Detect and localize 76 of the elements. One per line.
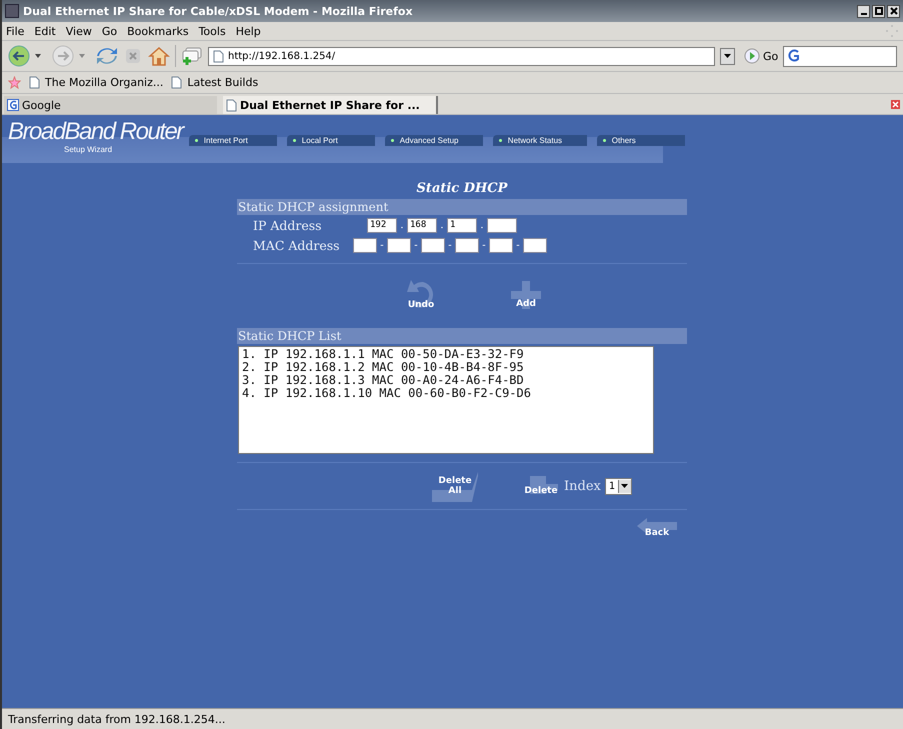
- menu-item[interactable]: Bookmarks: [127, 24, 189, 38]
- separator: -: [447, 240, 453, 250]
- ip-octet-field[interactable]: 168: [407, 218, 437, 232]
- separator: -: [515, 240, 521, 250]
- nav-tab[interactable]: Network Status: [492, 135, 587, 146]
- router-logo: BroadBand Router: [8, 117, 183, 146]
- window-icon: [5, 4, 19, 18]
- page-icon: [29, 76, 40, 89]
- go-button[interactable]: Go: [744, 48, 778, 64]
- mac-octet-field[interactable]: [353, 238, 377, 252]
- field-label: MAC Address: [253, 238, 341, 252]
- index-select[interactable]: 1: [604, 478, 632, 494]
- menu-item[interactable]: Help: [236, 24, 261, 38]
- back-icon[interactable]: [8, 45, 30, 67]
- mac-octet-field[interactable]: [387, 238, 411, 252]
- setup-wizard-link[interactable]: Setup Wizard: [64, 145, 183, 154]
- page-icon: [171, 76, 182, 89]
- dhcp-entry[interactable]: 2. IP 192.168.1.2 MAC 00-10-4B-B4-8F-95: [242, 361, 650, 374]
- close-button[interactable]: [887, 4, 900, 18]
- search-engine-icon: [7, 99, 19, 111]
- status-text: Transferring data from 192.168.1.254...: [8, 712, 226, 726]
- search-engine-icon: [787, 49, 802, 63]
- mac-octet-field[interactable]: [489, 238, 513, 252]
- bookmark-item[interactable]: The Mozilla Organiz...: [29, 76, 164, 89]
- separator: -: [379, 240, 385, 250]
- caret-icon: [724, 54, 731, 58]
- window-title: Dual Ethernet IP Share for Cable/xDSL Modem - Mozilla Firefox: [23, 4, 414, 18]
- nav-tab[interactable]: Local Port: [286, 135, 375, 146]
- search-field[interactable]: [783, 46, 897, 66]
- page-icon: [213, 50, 224, 62]
- throbber-icon: [885, 24, 899, 38]
- reload-icon[interactable]: [96, 46, 118, 66]
- menu-item[interactable]: View: [66, 24, 92, 38]
- home-icon[interactable]: [148, 46, 170, 66]
- index-label: Index: [564, 478, 601, 494]
- ip-octet-field[interactable]: 1: [447, 218, 477, 232]
- star-icon: [8, 76, 21, 89]
- maximize-button[interactable]: [872, 4, 885, 18]
- dropdown-icon[interactable]: [35, 54, 41, 58]
- section-heading: Static DHCP assignment: [237, 199, 687, 215]
- ip-octet-field[interactable]: [487, 218, 517, 232]
- field-label: IP Address: [253, 218, 323, 232]
- bookmark-item[interactable]: Latest Builds: [171, 76, 258, 89]
- dhcp-entry[interactable]: 1. IP 192.168.1.1 MAC 00-50-DA-E3-32-F9: [242, 348, 650, 361]
- dhcp-entry[interactable]: 3. IP 192.168.1.3 MAC 00-A0-24-A6-F4-BD: [242, 374, 650, 387]
- mac-octet-field[interactable]: [523, 238, 547, 252]
- separator: .: [479, 220, 485, 230]
- close-tab-icon[interactable]: [891, 99, 900, 112]
- nav-tab[interactable]: Advanced Setup: [384, 135, 483, 146]
- ip-octet-field[interactable]: 192: [367, 218, 397, 232]
- nav-tab[interactable]: Internet Port: [188, 135, 277, 146]
- new-tab-icon[interactable]: [181, 46, 203, 66]
- delete-button[interactable]: Delete: [524, 476, 558, 496]
- minimize-button[interactable]: [857, 4, 870, 18]
- separator: -: [481, 240, 487, 250]
- nav-tab[interactable]: Others: [596, 135, 685, 146]
- section-heading: Static DHCP List: [237, 328, 687, 344]
- dhcp-list[interactable]: 1. IP 192.168.1.1 MAC 00-50-DA-E3-32-F9 2. IP 192.168.1.2 MAC 00-10-4B-B4-8F-95 3. IP 192.168.1.3 MAC 00-A0-24-A6-F4-BD 4. IP 192.168.1.10 MAC 00-60-B0-F2-C9-D6: [238, 346, 654, 454]
- page-title: Static DHCP: [416, 181, 508, 198]
- menu-item[interactable]: Edit: [34, 24, 56, 38]
- mac-octet-field[interactable]: [421, 238, 445, 252]
- separator: .: [439, 220, 445, 230]
- caret-icon: [621, 484, 628, 488]
- dropdown-button[interactable]: [720, 48, 735, 64]
- separator: .: [399, 220, 405, 230]
- menu-item[interactable]: File: [6, 24, 24, 38]
- address-field[interactable]: http://192.168.1.254/: [208, 46, 715, 66]
- page-icon: [226, 98, 237, 112]
- menu-item[interactable]: Tools: [198, 24, 226, 38]
- dhcp-entry[interactable]: 4. IP 192.168.1.10 MAC 00-60-B0-F2-C9-D6: [242, 387, 650, 400]
- add-button[interactable]: Add: [511, 281, 541, 309]
- browser-tab[interactable]: Google: [4, 96, 217, 114]
- menu-item[interactable]: Go: [102, 24, 118, 38]
- separator: -: [413, 240, 419, 250]
- browser-tab[interactable]: Dual Ethernet IP Share for ...: [223, 96, 438, 114]
- mac-octet-field[interactable]: [455, 238, 479, 252]
